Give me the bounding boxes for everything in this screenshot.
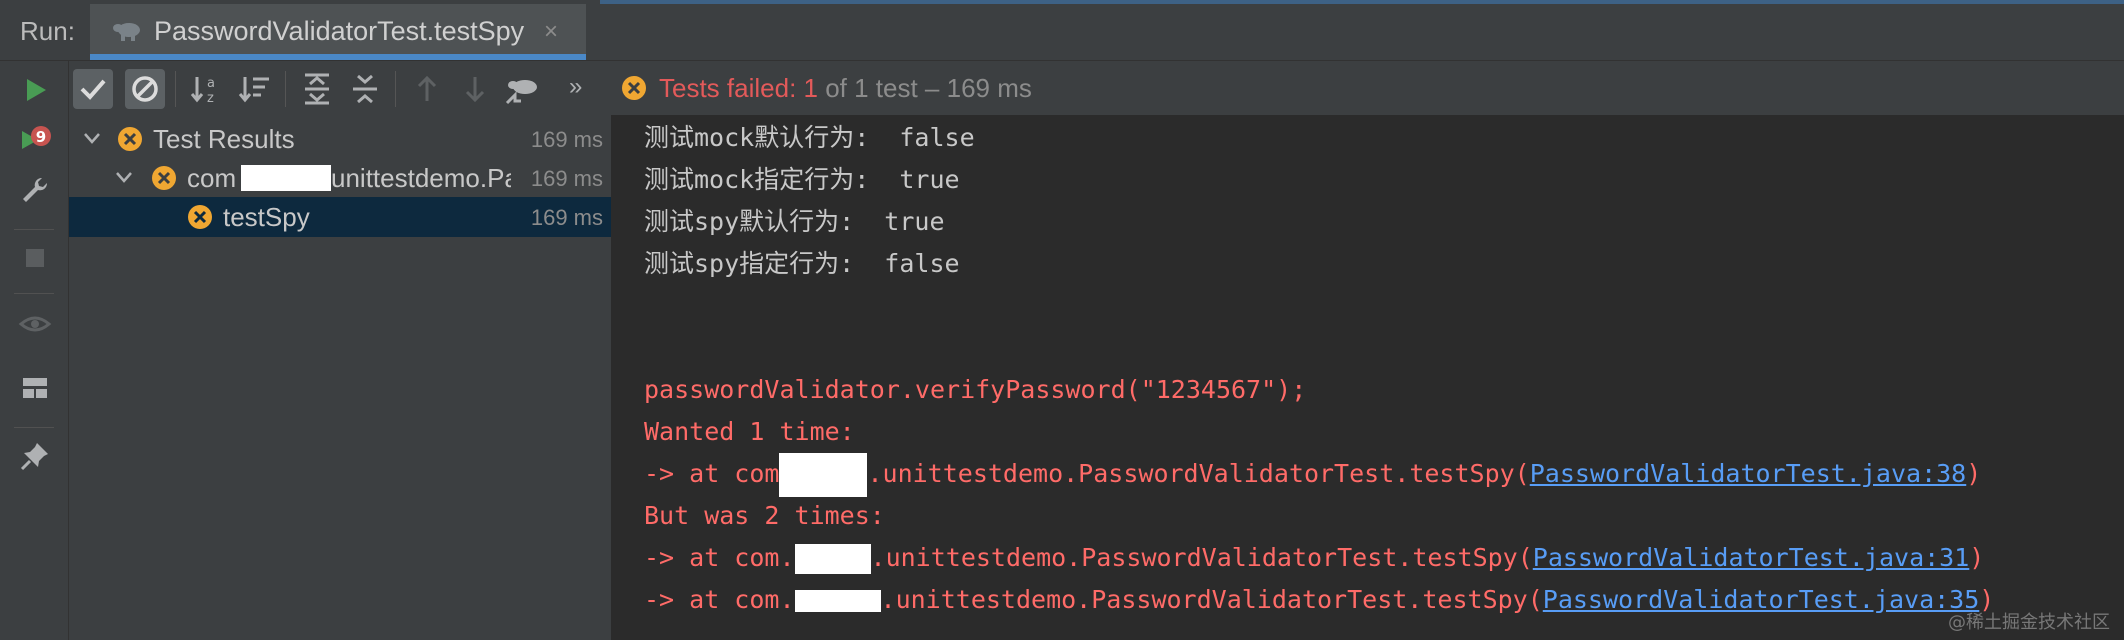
tree-label: Test Results xyxy=(153,124,295,154)
stack-suffix: .unittestdemo.PasswordValidatorTest.test… xyxy=(867,459,1530,488)
tests-failed-count: Tests failed: 1 xyxy=(659,73,818,103)
stack-close: ) xyxy=(1966,459,1982,488)
failed-status-icon xyxy=(622,76,646,100)
toolbar-divider xyxy=(395,71,396,107)
source-link[interactable]: PasswordValidatorTest.java:31 xyxy=(1533,543,1970,572)
test-duration: 169 ms xyxy=(530,166,603,191)
stack-suffix: .unittestdemo.PasswordValidatorTest.test… xyxy=(870,543,1533,572)
stack-suffix: .unittestdemo.PasswordValidatorTest.test… xyxy=(880,585,1543,614)
toolbar-divider xyxy=(14,427,54,428)
test-runner-icon xyxy=(113,23,140,41)
tree-row-test-method[interactable]: testSpy 169 ms xyxy=(69,197,611,237)
tree-row-test-class[interactable]: com unittestdemo.Pa 169 ms xyxy=(69,158,611,198)
watermark: @稀土掘金技术社区 xyxy=(1948,612,2110,633)
rerun-icon[interactable] xyxy=(18,73,52,107)
stack-prefix: -> at com. xyxy=(644,543,795,572)
stack-trace-line: -> at com. .unittestdemo.PasswordValidato… xyxy=(644,537,1984,579)
left-run-toolbar: 9 xyxy=(0,61,69,640)
chevron-down-icon[interactable] xyxy=(81,127,103,149)
stack-close: ) xyxy=(1969,543,1985,572)
test-duration: 169 ms xyxy=(530,205,603,230)
import-tests-icon[interactable] xyxy=(503,69,543,109)
svg-text:z: z xyxy=(207,91,214,106)
test-status-summary: Tests failed: 1 of 1 test – 169 ms xyxy=(659,73,1032,104)
expand-all-icon[interactable] xyxy=(297,69,337,109)
toolbar-divider xyxy=(14,229,54,230)
tab-title: PasswordValidatorTest.testSpy xyxy=(154,16,525,46)
sort-alphabetically-icon[interactable]: a z xyxy=(187,69,227,109)
tests-total-duration: of 1 test – 169 ms xyxy=(817,73,1032,103)
console-error-line: But was 2 times: xyxy=(644,501,885,530)
toolbar-divider xyxy=(14,293,54,294)
failed-test-icon xyxy=(152,166,176,190)
close-tab-icon[interactable]: × xyxy=(544,18,558,46)
show-ignored-icon[interactable] xyxy=(125,69,165,109)
console-error-line: passwordValidator.verifyPassword("123456… xyxy=(644,375,1307,404)
tree-label-suffix: unittestdemo.Pa xyxy=(331,163,511,193)
failed-test-icon xyxy=(188,205,212,229)
show-passed-icon[interactable] xyxy=(73,69,113,109)
more-actions-chevron[interactable]: » xyxy=(569,73,582,101)
redaction-block xyxy=(241,165,331,191)
stop-icon[interactable] xyxy=(18,241,52,275)
eye-icon[interactable] xyxy=(18,307,52,341)
toolbar-divider xyxy=(175,71,176,107)
redaction-block xyxy=(794,590,881,612)
run-label: Run: xyxy=(20,16,75,46)
header-accent-strip xyxy=(600,0,2124,4)
source-link[interactable]: PasswordValidatorTest.java:35 xyxy=(1543,585,1980,614)
svg-text:a: a xyxy=(207,76,215,91)
wrench-icon[interactable] xyxy=(18,173,52,207)
rerun-failed-tests-icon[interactable]: 9 xyxy=(18,123,52,157)
test-duration: 169 ms xyxy=(530,127,603,152)
console-line: 测试spy默认行为: true xyxy=(644,207,945,236)
layout-icon[interactable] xyxy=(18,371,52,405)
test-results-tree: Test Results 169 ms com unittestdemo.Pa … xyxy=(69,115,612,640)
sort-by-duration-icon[interactable] xyxy=(235,69,275,109)
stack-trace-line: -> at com .unittestdemo.PasswordValidator… xyxy=(644,453,1981,497)
run-tab-underline xyxy=(90,54,586,60)
collapse-all-icon[interactable] xyxy=(345,69,385,109)
previous-failed-test-icon[interactable] xyxy=(407,69,447,109)
failed-test-icon xyxy=(118,127,142,151)
source-link[interactable]: PasswordValidatorTest.java:38 xyxy=(1530,459,1967,488)
run-tool-window-header: Run: PasswordValidatorTest.testSpy × xyxy=(0,0,2124,61)
console-line: 测试mock默认行为: false xyxy=(644,123,975,152)
tree-label: com xyxy=(187,163,237,193)
stack-prefix: -> at com xyxy=(644,459,780,488)
console-line: 测试mock指定行为: true xyxy=(644,165,960,194)
svg-text:9: 9 xyxy=(36,128,46,146)
redaction-block xyxy=(779,453,868,497)
tree-label: testSpy xyxy=(223,202,310,232)
test-runner-toolbar: a z » Tests failed: 1 of 1 test – 169 ms xyxy=(69,61,2124,115)
chevron-down-icon[interactable] xyxy=(113,166,135,188)
tree-row-test-results[interactable]: Test Results 169 ms xyxy=(69,119,611,159)
console-error-line: Wanted 1 time: xyxy=(644,417,855,446)
stack-prefix: -> at com. xyxy=(644,585,795,614)
console-line: 测试spy指定行为: false xyxy=(644,249,960,278)
toolbar-divider xyxy=(285,71,286,107)
console-output[interactable]: 测试mock默认行为: false 测试mock指定行为: true 测试spy… xyxy=(612,115,2124,640)
pin-icon[interactable] xyxy=(18,439,52,473)
stack-trace-line: -> at com. .unittestdemo.PasswordValidato… xyxy=(644,579,1994,621)
redaction-block xyxy=(794,544,871,574)
next-failed-test-icon[interactable] xyxy=(455,69,495,109)
